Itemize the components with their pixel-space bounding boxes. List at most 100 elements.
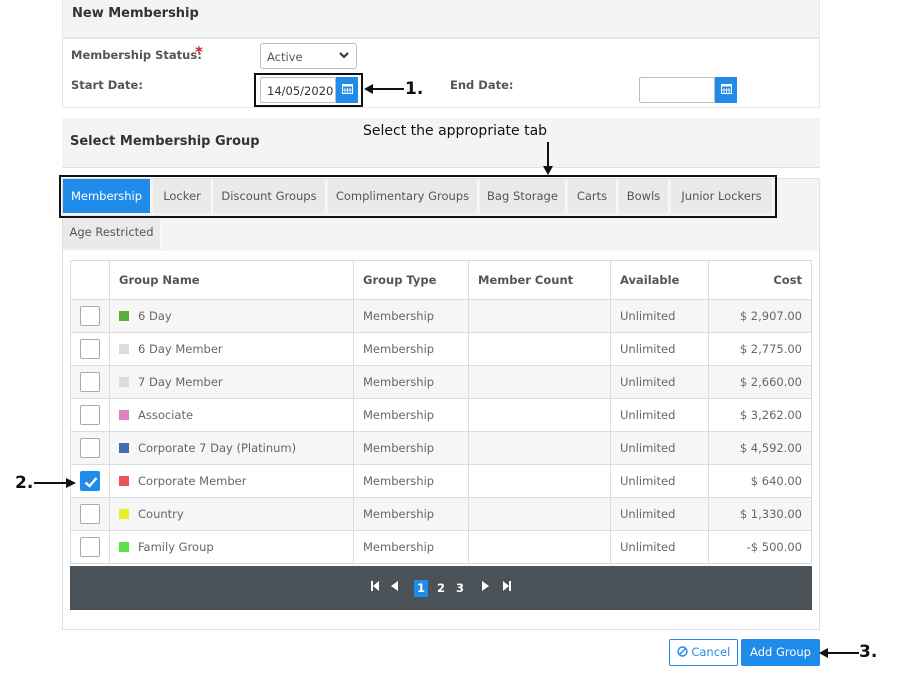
next-page-icon[interactable] xyxy=(480,580,492,597)
table-row[interactable]: 6 Day Membership Unlimited $ 2,907.00 xyxy=(70,299,812,333)
membership-groups-table: Group Name Group Type Member Count Avail… xyxy=(70,260,812,564)
group-name-cell: Family Group xyxy=(109,530,354,564)
table-row[interactable]: Family Group Membership Unlimited -$ 500… xyxy=(70,530,812,564)
table-row[interactable]: Associate Membership Unlimited $ 3,262.0… xyxy=(70,398,812,432)
page-2-button[interactable]: 2 xyxy=(434,580,448,597)
column-header-group-name[interactable]: Group Name xyxy=(109,260,354,300)
member-count-cell xyxy=(468,365,611,399)
available-cell: Unlimited xyxy=(610,497,709,531)
available-cell: Unlimited xyxy=(610,365,709,399)
prev-page-icon[interactable] xyxy=(388,580,400,597)
add-group-button[interactable]: Add Group xyxy=(741,639,820,666)
end-date-calendar-button[interactable] xyxy=(715,77,737,103)
cost-cell: $ 2,775.00 xyxy=(708,332,812,366)
row-select-cell xyxy=(70,398,110,432)
membership-status-label: Membership Status: xyxy=(71,48,202,62)
member-count-cell xyxy=(468,332,611,366)
group-name-cell: 6 Day Member xyxy=(109,332,354,366)
member-count-cell xyxy=(468,464,611,498)
cost-cell: -$ 500.00 xyxy=(708,530,812,564)
group-name: Corporate 7 Day (Platinum) xyxy=(138,441,297,455)
end-date-label: End Date: xyxy=(450,78,514,92)
group-name-cell: 7 Day Member xyxy=(109,365,354,399)
group-color-swatch xyxy=(119,443,129,453)
row-select-cell xyxy=(70,464,110,498)
row-checkbox[interactable] xyxy=(80,306,100,326)
cost-cell: $ 2,907.00 xyxy=(708,299,812,333)
table-row[interactable]: Corporate 7 Day (Platinum) Membership Un… xyxy=(70,431,812,465)
tab-age-restricted[interactable]: Age Restricted xyxy=(63,215,161,249)
group-name-cell: 6 Day xyxy=(109,299,354,333)
table-row[interactable]: Corporate Member Membership Unlimited $ … xyxy=(70,464,812,498)
row-select-cell xyxy=(70,497,110,531)
group-type-cell: Membership xyxy=(353,530,469,564)
annotation-arrow-1 xyxy=(364,84,404,94)
group-name: 6 Day Member xyxy=(138,342,223,356)
row-checkbox[interactable] xyxy=(80,537,100,557)
row-select-cell xyxy=(70,431,110,465)
membership-status-value: Active xyxy=(267,50,303,64)
cancel-button[interactable]: Cancel xyxy=(669,639,738,666)
cancel-icon xyxy=(676,645,692,659)
row-select-cell xyxy=(70,365,110,399)
page-3-button[interactable]: 3 xyxy=(453,580,467,597)
group-type-cell: Membership xyxy=(353,332,469,366)
annotation-step-1: 1. xyxy=(405,79,424,99)
annotation-arrow-2 xyxy=(34,478,76,488)
cost-cell: $ 2,660.00 xyxy=(708,365,812,399)
last-page-icon[interactable] xyxy=(501,580,513,597)
membership-status-select[interactable]: Active xyxy=(260,43,357,69)
checkmark-icon xyxy=(84,477,98,488)
group-type-cell: Membership xyxy=(353,365,469,399)
row-checkbox[interactable] xyxy=(80,372,100,392)
group-color-swatch xyxy=(119,509,129,519)
row-checkbox[interactable] xyxy=(80,405,100,425)
group-name: 7 Day Member xyxy=(138,375,223,389)
member-count-cell xyxy=(468,497,611,531)
group-section-title: Select Membership Group xyxy=(70,134,260,149)
column-header-member-count[interactable]: Member Count xyxy=(468,260,611,300)
column-header-group-type[interactable]: Group Type xyxy=(353,260,469,300)
pagination-bar: 1 2 3 xyxy=(70,566,812,610)
row-checkbox-checked[interactable] xyxy=(80,471,100,491)
group-color-swatch xyxy=(119,476,129,486)
select-column-header xyxy=(70,260,110,300)
table-row[interactable]: 7 Day Member Membership Unlimited $ 2,66… xyxy=(70,365,812,399)
group-name: 6 Day xyxy=(138,309,172,323)
group-color-swatch xyxy=(119,377,129,387)
row-checkbox[interactable] xyxy=(80,504,100,524)
required-marker: * xyxy=(195,43,203,61)
new-membership-header: New Membership xyxy=(62,0,820,38)
annotation-arrow-3 xyxy=(819,648,859,658)
cancel-label: Cancel xyxy=(691,645,731,659)
calendar-icon xyxy=(720,83,732,97)
annotation-step-2: 2. xyxy=(15,473,34,493)
tabs-highlight xyxy=(59,175,777,218)
start-date-highlight xyxy=(254,73,363,107)
first-page-icon[interactable] xyxy=(369,580,381,597)
column-header-available[interactable]: Available xyxy=(610,260,709,300)
row-checkbox[interactable] xyxy=(80,339,100,359)
cost-cell: $ 3,262.00 xyxy=(708,398,812,432)
group-color-swatch xyxy=(119,410,129,420)
group-color-swatch xyxy=(119,311,129,321)
start-date-label: Start Date: xyxy=(71,78,143,92)
group-type-cell: Membership xyxy=(353,464,469,498)
annotation-step-3: 3. xyxy=(859,642,878,662)
row-select-cell xyxy=(70,299,110,333)
end-date-field[interactable] xyxy=(639,77,715,103)
available-cell: Unlimited xyxy=(610,332,709,366)
group-name-cell: Associate xyxy=(109,398,354,432)
table-row[interactable]: 6 Day Member Membership Unlimited $ 2,77… xyxy=(70,332,812,366)
group-type-cell: Membership xyxy=(353,299,469,333)
page-1-button[interactable]: 1 xyxy=(414,580,428,597)
member-count-cell xyxy=(468,530,611,564)
row-checkbox[interactable] xyxy=(80,438,100,458)
member-count-cell xyxy=(468,299,611,333)
group-name: Associate xyxy=(138,408,194,422)
group-name-cell: Corporate Member xyxy=(109,464,354,498)
column-header-cost[interactable]: Cost xyxy=(708,260,812,300)
group-color-swatch xyxy=(119,344,129,354)
table-row[interactable]: Country Membership Unlimited $ 1,330.00 xyxy=(70,497,812,531)
row-select-cell xyxy=(70,332,110,366)
